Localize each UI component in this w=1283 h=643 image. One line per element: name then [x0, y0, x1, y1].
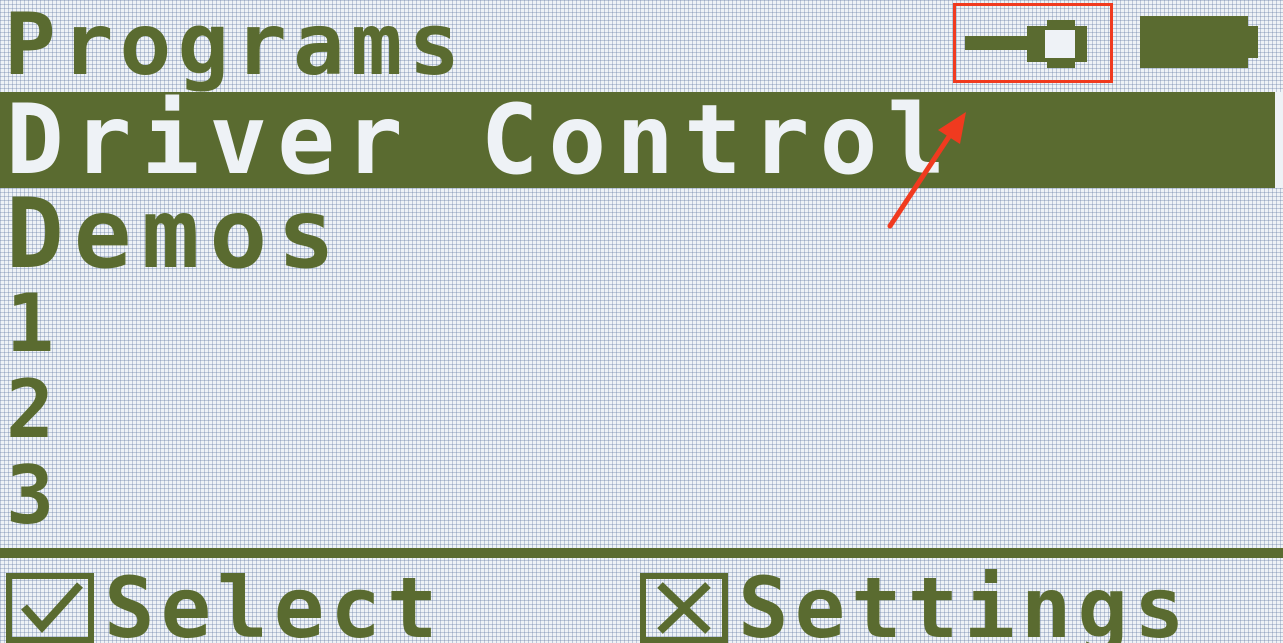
select-softkey[interactable]: Select	[6, 566, 443, 643]
annotation-highlight-box	[953, 3, 1113, 83]
annotation-arrow-icon	[887, 112, 966, 229]
settings-label: Settings	[738, 559, 1191, 643]
battery-icon	[1140, 16, 1258, 68]
menu-item-demos[interactable]: Demos	[6, 186, 345, 282]
menu-item-1[interactable]: 1	[6, 284, 64, 364]
softkey-divider	[0, 548, 1283, 558]
page-title: Programs	[4, 0, 467, 95]
menu-item-2[interactable]: 2	[6, 370, 64, 450]
x-icon	[640, 573, 728, 643]
menu-item-driver-control[interactable]: Driver Control	[6, 92, 955, 188]
check-icon	[6, 573, 94, 643]
settings-softkey[interactable]: Settings	[640, 566, 1191, 643]
lcd-screen: Programs Driver Control Demos 1 2 3 Sele…	[0, 0, 1283, 643]
menu-item-3[interactable]: 3	[6, 456, 64, 536]
select-label: Select	[104, 559, 444, 643]
highlight-edge	[1275, 92, 1283, 188]
